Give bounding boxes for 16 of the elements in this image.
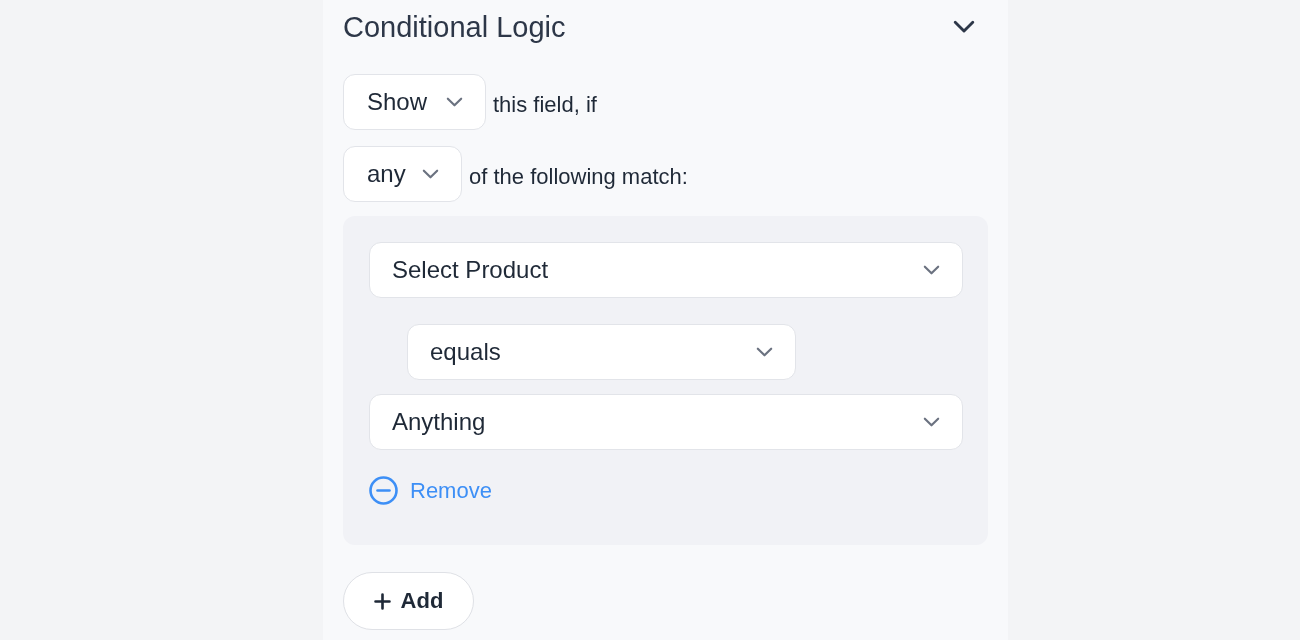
match-suffix-text: of the following match:: [469, 163, 688, 190]
chevron-down-icon: [923, 417, 940, 427]
plus-icon: [373, 592, 391, 610]
section-title: Conditional Logic: [343, 10, 566, 44]
operator-dropdown[interactable]: equals: [407, 324, 796, 380]
chevron-down-icon: [923, 265, 940, 275]
value-dropdown[interactable]: Anything: [369, 394, 963, 450]
chevron-down-icon: [422, 169, 439, 179]
chevron-down-icon: [756, 347, 773, 357]
add-button[interactable]: Add: [343, 572, 474, 630]
field-dropdown[interactable]: Select Product: [369, 242, 963, 298]
match-dropdown[interactable]: any: [343, 146, 462, 202]
action-dropdown[interactable]: Show: [343, 74, 486, 130]
action-suffix-text: this field, if: [493, 91, 597, 118]
chevron-down-icon: [446, 97, 463, 107]
minus-circle-icon: [369, 476, 398, 505]
